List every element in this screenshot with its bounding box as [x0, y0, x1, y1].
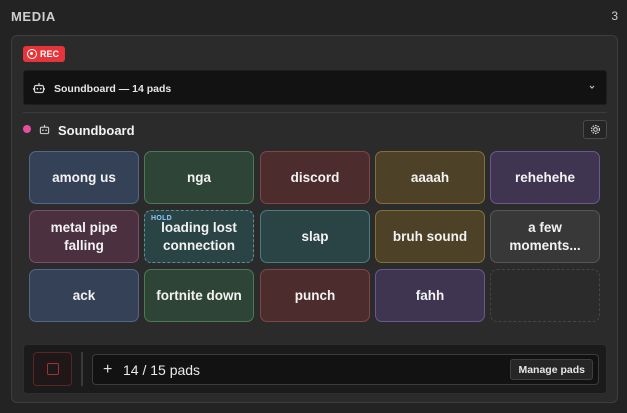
pad-button[interactable]: nga — [144, 151, 254, 204]
pad-label: punch — [294, 287, 336, 303]
chevron-down-icon — [589, 85, 595, 89]
add-pad-bar[interactable]: + 14 / 15 pads Manage pads — [92, 354, 599, 385]
pad-label: slap — [301, 228, 329, 244]
pad-button[interactable]: among us — [29, 151, 139, 204]
pad-button[interactable]: HOLD loading lost connection — [144, 210, 254, 263]
soundboard-title: Soundboard — [58, 123, 135, 138]
hold-badge: HOLD — [151, 215, 173, 222]
stop-icon — [46, 363, 59, 375]
robot-icon — [39, 124, 50, 135]
record-icon — [27, 49, 37, 59]
pad-button[interactable]: ack — [29, 269, 139, 322]
soundboard-panel: REC Soundboard — 14 pads Soundboard amon… — [11, 35, 618, 403]
footer-bar: + 14 / 15 pads Manage pads — [23, 344, 607, 394]
media-header: MEDIA 3 — [0, 0, 627, 32]
status-dot — [23, 125, 31, 133]
pad-label: loading lost connection — [161, 219, 237, 253]
divider — [23, 112, 607, 113]
pad-button[interactable]: fortnite down — [144, 269, 254, 322]
robot-icon — [33, 83, 45, 94]
pad-label: fahh — [415, 287, 445, 303]
pad-label: fortnite down — [156, 287, 242, 303]
pad-button[interactable]: rehehehe — [490, 151, 600, 204]
pad-count: 14 / 15 pads — [123, 362, 201, 378]
plus-icon: + — [103, 361, 113, 378]
stop-button[interactable] — [33, 352, 72, 386]
pad-label: ack — [72, 287, 96, 303]
pad-label: a few moments... — [509, 219, 581, 253]
pad-button[interactable]: discord — [260, 151, 370, 204]
footer-divider — [81, 352, 83, 386]
rec-badge[interactable]: REC — [23, 46, 66, 62]
pad-button[interactable]: fahh — [375, 269, 485, 322]
empty-pad-slot[interactable] — [490, 269, 600, 322]
pad-button[interactable]: metal pipe falling — [29, 210, 139, 263]
pad-label: rehehehe — [514, 169, 576, 185]
pad-label: nga — [186, 169, 211, 185]
pad-button[interactable]: punch — [260, 269, 370, 322]
pad-label: discord — [290, 169, 340, 185]
media-count: 3 — [611, 9, 618, 23]
pad-label: aaaah — [410, 169, 450, 185]
media-title: MEDIA — [11, 9, 56, 24]
settings-button[interactable] — [583, 120, 607, 139]
pad-label: metal pipe falling — [50, 219, 118, 253]
manage-pads-button[interactable]: Manage pads — [510, 359, 593, 380]
rec-label: REC — [40, 49, 60, 59]
pad-button[interactable]: aaaah — [375, 151, 485, 204]
pad-label: among us — [52, 169, 116, 185]
pad-button[interactable]: bruh sound — [375, 210, 485, 263]
pad-label: bruh sound — [392, 228, 468, 244]
gear-icon — [590, 124, 600, 135]
soundboard-select-value: Soundboard — 14 pads — [54, 83, 172, 95]
pad-button[interactable]: a few moments... — [490, 210, 600, 263]
pad-button[interactable]: slap — [260, 210, 370, 263]
soundboard-select[interactable]: Soundboard — 14 pads — [23, 70, 607, 105]
